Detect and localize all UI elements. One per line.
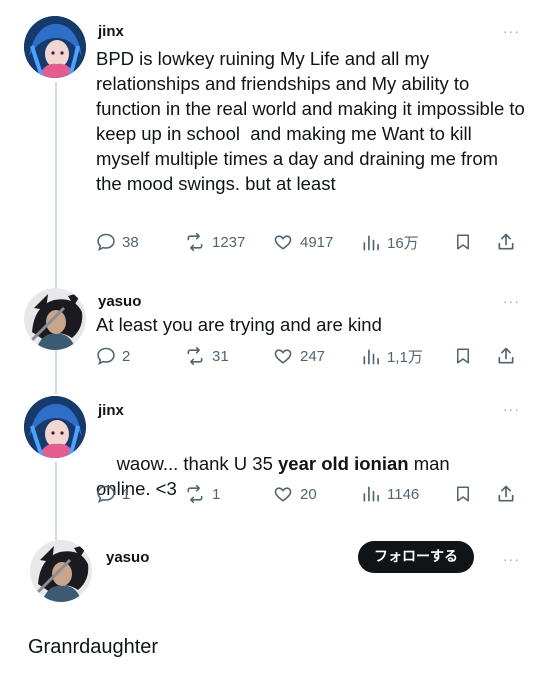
views-count: 1146	[387, 485, 420, 503]
repost-icon	[187, 484, 203, 504]
reply-count: 2	[122, 347, 131, 365]
more-options-icon[interactable]: ···	[503, 294, 520, 308]
views-icon	[363, 349, 379, 364]
bookmark-icon	[457, 234, 469, 250]
post-text: At least you are trying and are kind	[96, 314, 382, 335]
heart-icon	[274, 349, 292, 364]
more-options-icon[interactable]: ···	[503, 552, 520, 566]
repost-button[interactable]: 1	[184, 484, 220, 504]
avatar[interactable]	[24, 288, 86, 350]
repost-count: 31	[212, 347, 229, 365]
share-button[interactable]	[496, 346, 516, 366]
repost-icon	[187, 346, 203, 366]
reply-icon	[97, 347, 115, 365]
more-options-icon[interactable]: ···	[503, 402, 520, 416]
like-button[interactable]: 20	[272, 484, 317, 504]
avatar[interactable]	[24, 16, 86, 78]
thread-line	[55, 350, 57, 394]
username[interactable]: yasuo	[106, 549, 149, 566]
username[interactable]: jinx	[98, 23, 124, 40]
more-options-icon[interactable]: ···	[503, 24, 520, 38]
bookmark-icon	[457, 486, 469, 502]
reply-button[interactable]: 1	[96, 484, 130, 504]
repost-button[interactable]: 31	[184, 346, 229, 366]
share-icon	[498, 347, 514, 364]
like-count: 247	[300, 347, 326, 365]
share-button[interactable]	[496, 232, 516, 252]
avatar[interactable]	[24, 396, 86, 458]
like-count: 20	[300, 485, 317, 503]
reply-button[interactable]: 38	[96, 232, 139, 252]
share-button[interactable]	[496, 484, 516, 504]
footer-caption: Granrdaughter	[28, 636, 159, 658]
reply-count: 1	[122, 485, 131, 503]
views-button[interactable]: 1146	[361, 484, 419, 504]
views-count: 1,1万	[387, 349, 423, 366]
repost-count: 1237	[212, 233, 246, 251]
reply-icon	[97, 485, 115, 503]
action-bar: 1 1 20 1146	[96, 484, 522, 506]
share-icon	[498, 233, 514, 250]
bookmark-icon	[457, 348, 469, 364]
share-icon	[498, 485, 514, 502]
follow-button[interactable]: フォローする	[358, 541, 474, 573]
reply-count: 38	[122, 233, 139, 251]
yasuo-avatar-image	[30, 540, 92, 602]
repost-button[interactable]: 1237	[184, 232, 245, 252]
jinx-avatar-image	[24, 396, 86, 458]
heart-icon	[274, 235, 292, 250]
post-text: BPD is lowkey ruining My Life and all my…	[96, 48, 530, 194]
action-bar: 38 1237 4917 16万	[96, 232, 522, 254]
repost-icon	[187, 232, 203, 252]
views-icon	[363, 235, 379, 250]
yasuo-avatar-image	[24, 288, 86, 350]
avatar[interactable]	[30, 540, 92, 602]
views-button[interactable]: 1,1万	[361, 346, 423, 367]
jinx-avatar-image	[24, 16, 86, 78]
views-button[interactable]: 16万	[361, 232, 419, 253]
like-button[interactable]: 247	[272, 346, 325, 366]
bookmark-button[interactable]	[454, 232, 472, 252]
bookmark-button[interactable]	[454, 484, 472, 504]
post-text: waow... thank U 35 year old ionian man on…	[96, 426, 526, 526]
thread-line	[55, 462, 57, 540]
thread-line	[55, 82, 57, 288]
reply-icon	[97, 233, 115, 251]
post-text-bold: year old ionian	[278, 453, 409, 474]
repost-count: 1	[212, 485, 221, 503]
views-icon	[363, 486, 379, 502]
like-count: 4917	[300, 233, 334, 251]
post-text-part: waow... thank U 35	[116, 453, 279, 474]
post-text-part: man	[408, 453, 450, 474]
heart-icon	[274, 487, 292, 502]
reply-button[interactable]: 2	[96, 346, 130, 366]
username[interactable]: jinx	[98, 402, 124, 419]
like-button[interactable]: 4917	[272, 232, 333, 252]
views-count: 16万	[387, 235, 419, 252]
action-bar: 2 31 247 1,1万	[96, 346, 522, 368]
bookmark-button[interactable]	[454, 346, 472, 366]
username[interactable]: yasuo	[98, 293, 141, 310]
